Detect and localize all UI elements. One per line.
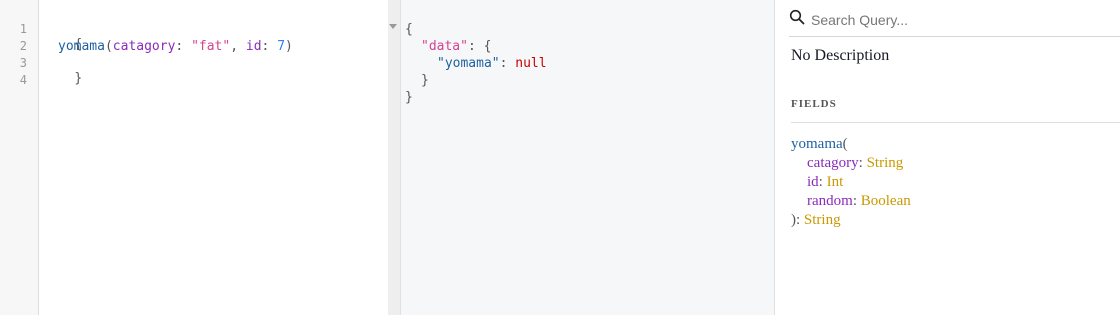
type-description: No Description: [791, 47, 890, 64]
result-viewer: { "data": { "yomama": null } }: [401, 0, 774, 315]
arg-name[interactable]: catagory: [807, 155, 859, 171]
string-value: "fat": [191, 39, 231, 54]
line-number: 4: [19, 73, 27, 87]
query-line-2: yomama(catagory: "fat", id: 7): [58, 39, 293, 54]
result-line-data: "data": {: [421, 39, 491, 54]
arg-type-link[interactable]: Int: [827, 174, 844, 190]
paren-close: ):: [791, 212, 804, 228]
null-value: null: [515, 56, 547, 71]
paren-close: ): [285, 39, 293, 54]
return-type-link[interactable]: String: [804, 212, 841, 228]
search-icon: [789, 9, 805, 25]
field-arg: catagory: String: [807, 155, 904, 171]
field-arg: random: Boolean: [807, 193, 911, 209]
fields-section-title: FIELDS: [791, 98, 837, 110]
yomama-key: "yomama": [437, 56, 500, 71]
result-line-yomama: "yomama": null: [437, 56, 547, 71]
data-key: "data": [421, 39, 468, 54]
field-arg: id: Int: [807, 174, 844, 190]
docs-explorer: No Description FIELDS yomama( catagory: …: [774, 0, 1120, 315]
paren-open: (: [104, 39, 113, 54]
result-outer-close: }: [405, 90, 413, 105]
line-number-gutter: 1 2 3 4: [0, 0, 39, 315]
arg-name[interactable]: id: [807, 174, 819, 190]
yomama-separator: :: [499, 56, 516, 71]
pane-divider[interactable]: [388, 0, 401, 315]
field-signature-end: ): String: [791, 212, 841, 229]
close-brace: }: [74, 71, 83, 86]
line-number: 3: [19, 56, 27, 70]
result-open-brace: {: [405, 22, 413, 37]
arg-type-link[interactable]: String: [867, 155, 904, 171]
colon: :: [175, 39, 192, 54]
arg-id: id: [245, 39, 262, 54]
fold-arrow-icon[interactable]: [389, 24, 397, 29]
comma: ,: [230, 39, 246, 54]
arg-type-link[interactable]: Boolean: [861, 193, 911, 209]
search-input[interactable]: [811, 9, 1111, 31]
field-signature-start: yomama(: [791, 136, 848, 153]
divider: [791, 122, 1120, 123]
paren-open: (: [842, 136, 848, 152]
data-separator: : {: [467, 39, 492, 54]
query-editor[interactable]: 1 2 3 4 { yomama(catagory: "fat", id: 7)…: [0, 0, 389, 315]
line-number: 1: [19, 22, 27, 36]
colon: :: [261, 39, 278, 54]
line-number: 2: [19, 39, 27, 53]
field-name-link[interactable]: yomama: [791, 136, 843, 152]
search-bar[interactable]: [789, 5, 1120, 37]
arg-name[interactable]: random: [807, 193, 853, 209]
result-inner-close: }: [421, 73, 429, 88]
query-line-3: }: [43, 56, 82, 101]
query-field-name: yomama: [58, 39, 105, 54]
arg-catagory: catagory: [112, 39, 176, 54]
number-value: 7: [277, 39, 286, 54]
